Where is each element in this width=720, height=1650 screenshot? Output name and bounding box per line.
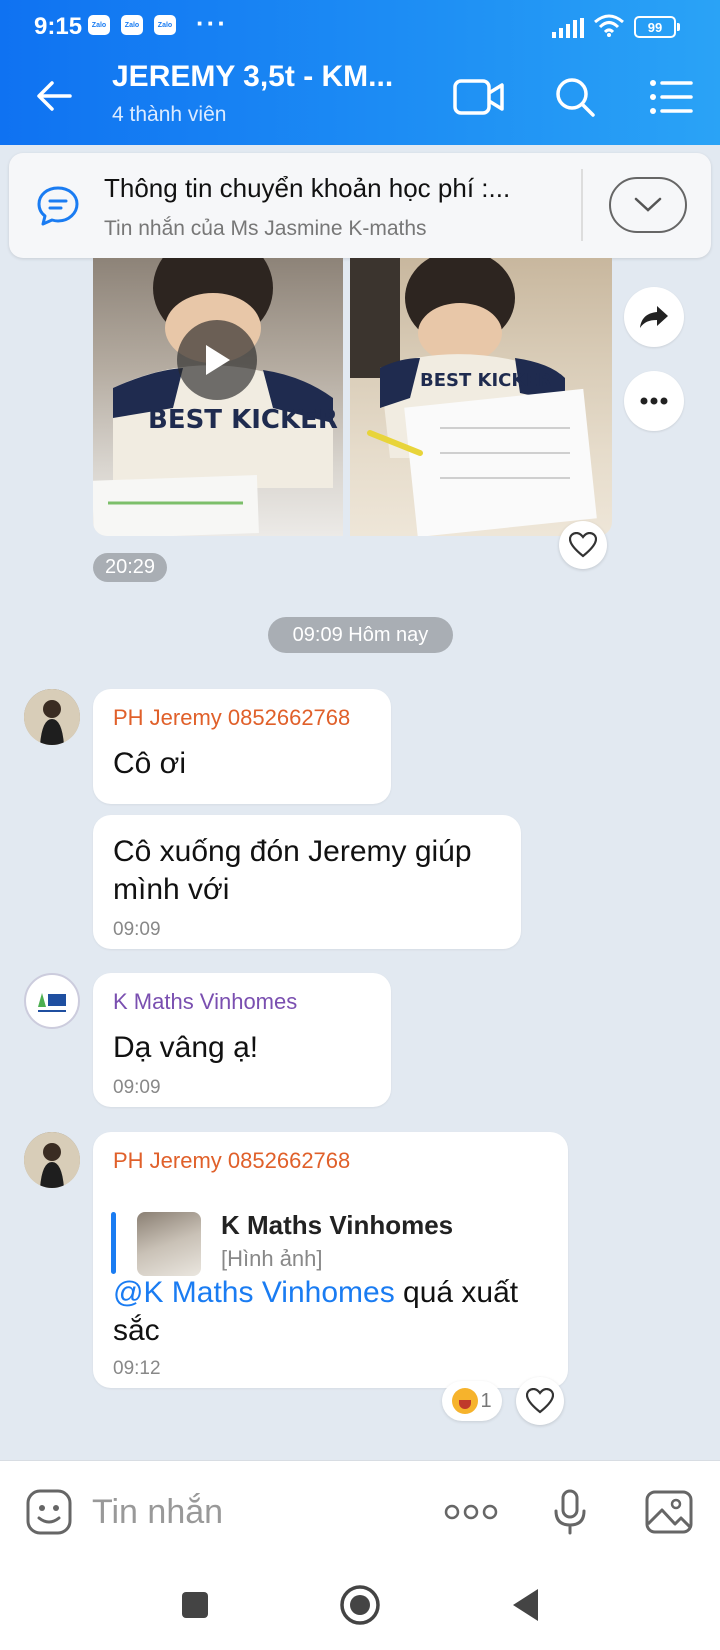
pinned-subtitle: Tin nhắn của Ms Jasmine K-maths — [104, 217, 427, 240]
triangle-back-icon — [513, 1589, 538, 1621]
expand-pinned-button[interactable] — [609, 177, 687, 233]
wifi-icon — [594, 14, 624, 37]
message-text: @K Maths Vinhomes quá xuất — [113, 1274, 518, 1312]
more-notifications-icon: ··· — [196, 8, 228, 38]
child-photo: BEST KICKER — [350, 258, 597, 536]
message-time: 09:09 — [113, 919, 161, 940]
video-call-icon[interactable] — [452, 72, 506, 122]
laughing-emoji-icon — [452, 1388, 479, 1414]
chat-bubble-icon — [37, 186, 79, 226]
chat-header: 9:15 Zalo Zalo Zalo ··· 99 JEREMY 3,5t -… — [0, 0, 720, 145]
message-text-rest: quá xuất — [394, 1276, 519, 1309]
message-time: 09:12 — [113, 1358, 161, 1379]
sticker-icon[interactable] — [24, 1487, 74, 1537]
message-text: Cô ơi — [113, 747, 187, 780]
menu-list-icon[interactable] — [644, 72, 698, 122]
share-button[interactable] — [624, 287, 684, 347]
message-text: Cô xuống đón Jeremy giúp — [113, 835, 472, 868]
pinned-title: Thông tin chuyển khoản học phí :... — [104, 173, 511, 203]
video-thumbnail[interactable]: BEST KICKER — [93, 258, 343, 536]
battery-indicator: 99 — [634, 16, 680, 38]
play-button[interactable] — [177, 320, 257, 400]
search-icon[interactable] — [548, 72, 602, 122]
sender-name[interactable]: PH Jeremy 0852662768 — [113, 705, 350, 731]
sender-name[interactable]: PH Jeremy 0852662768 — [113, 1148, 350, 1174]
quote-bar — [111, 1212, 116, 1274]
message-text: sắc — [113, 1314, 160, 1347]
member-count[interactable]: 4 thành viên — [112, 103, 226, 127]
pinned-message-banner[interactable]: Thông tin chuyển khoản học phí :... Tin … — [9, 153, 711, 258]
avatar-photo — [24, 1132, 80, 1188]
avatar-photo — [24, 689, 80, 745]
like-button[interactable] — [559, 521, 607, 569]
photo-thumbnail[interactable]: BEST KICKER — [350, 258, 612, 536]
more-options-button[interactable] — [624, 371, 684, 431]
avatar[interactable] — [24, 1132, 80, 1188]
k-maths-logo — [30, 979, 74, 1023]
like-button[interactable] — [516, 1377, 564, 1425]
microphone-icon[interactable] — [545, 1487, 595, 1537]
square-icon — [182, 1592, 208, 1618]
message-time: 20:29 — [93, 553, 168, 582]
quoted-content-type: [Hình ảnh] — [221, 1246, 323, 1271]
chat-title[interactable]: JEREMY 3,5t - KM... — [112, 60, 393, 94]
message-text: Dạ vâng ạ! — [113, 1031, 259, 1064]
sender-name[interactable]: K Maths Vinhomes — [113, 989, 297, 1015]
chevron-down-icon — [634, 197, 662, 212]
recent-apps-button[interactable] — [170, 1580, 220, 1630]
divider — [581, 169, 583, 241]
message-time: 09:09 — [113, 1077, 161, 1098]
heart-icon — [526, 1388, 554, 1414]
mention-link[interactable]: @K Maths Vinhomes — [113, 1276, 395, 1309]
status-bar: 9:15 Zalo Zalo Zalo ··· 99 — [0, 0, 720, 52]
zalo-notification-icon: Zalo — [121, 15, 143, 35]
message-composer — [0, 1460, 720, 1560]
svg-text:BEST KICKER: BEST KICKER — [420, 370, 552, 391]
heart-icon — [569, 532, 597, 558]
reaction-badge[interactable]: 1 — [442, 1381, 502, 1421]
system-nav-bar — [0, 1560, 720, 1650]
avatar[interactable] — [24, 973, 80, 1029]
image-icon[interactable] — [644, 1487, 694, 1537]
status-time: 9:15 — [34, 13, 83, 40]
home-button[interactable] — [335, 1580, 385, 1630]
message-input[interactable] — [92, 1489, 392, 1535]
circle-icon — [340, 1585, 380, 1625]
play-icon — [206, 345, 230, 375]
message-text: mình với — [113, 873, 230, 906]
reaction-count: 1 — [480, 1389, 492, 1412]
back-arrow-icon[interactable] — [34, 76, 74, 116]
more-dots-icon — [640, 397, 668, 405]
avatar[interactable] — [24, 689, 80, 745]
quoted-image-thumbnail[interactable] — [137, 1212, 201, 1276]
back-button[interactable] — [500, 1580, 550, 1630]
quoted-sender[interactable]: K Maths Vinhomes — [221, 1210, 453, 1241]
signal-icon — [552, 18, 584, 38]
svg-text:BEST KICKER: BEST KICKER — [148, 405, 338, 435]
message-bubble[interactable]: PH Jeremy 0852662768 K Maths Vinhomes [H… — [93, 1132, 568, 1388]
message-bubble[interactable]: Cô xuống đón Jeremy giúp mình với 09:09 — [93, 815, 521, 949]
more-options-icon[interactable] — [444, 1487, 498, 1537]
message-bubble[interactable]: PH Jeremy 0852662768 Cô ơi — [93, 689, 391, 804]
message-bubble[interactable]: K Maths Vinhomes Dạ vâng ạ! 09:09 — [93, 973, 391, 1107]
zalo-notification-icon: Zalo — [88, 15, 110, 35]
zalo-notification-icon: Zalo — [154, 15, 176, 35]
date-divider: 09:09 Hôm nay — [268, 617, 453, 653]
share-arrow-icon — [640, 306, 668, 328]
